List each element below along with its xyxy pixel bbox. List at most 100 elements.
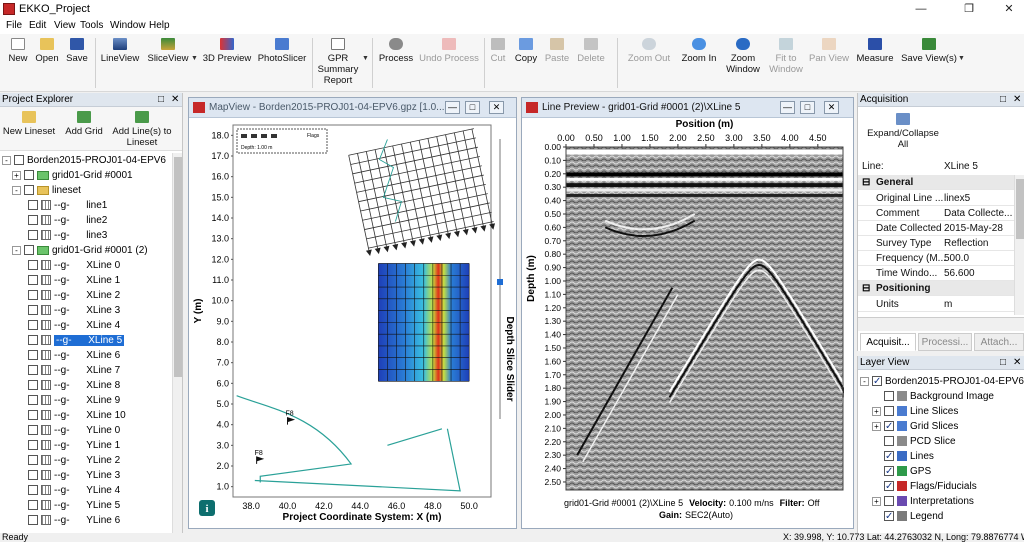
acquisition-hscroll[interactable]: [858, 317, 1024, 331]
collapse-icon[interactable]: -: [12, 185, 21, 195]
checkbox[interactable]: [28, 455, 38, 466]
property-row[interactable]: Date Collected 2015-May-28: [858, 221, 1014, 236]
tree-root[interactable]: - Borden2015-PROJ01-04-EPV6: [2, 153, 166, 168]
process-button[interactable]: Process: [376, 38, 416, 64]
undo-process-button[interactable]: Undo Process: [418, 38, 480, 64]
tree-grid-line[interactable]: --g- XLine 2: [28, 288, 120, 303]
checkbox[interactable]: [28, 305, 38, 316]
checkbox[interactable]: [884, 496, 894, 507]
checkbox[interactable]: [14, 155, 24, 166]
fit-to-window-button[interactable]: Fit to Window: [766, 38, 806, 75]
checkbox[interactable]: [28, 350, 38, 361]
tree-grid-line[interactable]: --g- XLine 7: [28, 363, 120, 378]
tree-line[interactable]: --g- line1: [28, 198, 107, 213]
tab-acquisition[interactable]: Acquisit...: [860, 333, 916, 351]
expand-icon[interactable]: +: [12, 170, 21, 180]
property-row[interactable]: Original Line ... linex5: [858, 191, 1014, 206]
cut-button[interactable]: Cut: [487, 38, 509, 64]
tree-grid-line[interactable]: --g- YLine 2: [28, 453, 120, 468]
delete-button[interactable]: Delete: [575, 38, 607, 64]
menu-tools[interactable]: Tools: [80, 20, 103, 31]
layer-item[interactable]: PCD Slice: [872, 434, 956, 449]
checkbox-checked[interactable]: [884, 419, 894, 434]
radargram-canvas[interactable]: 0.00 0.10 0.20 0.30 0.40 0.50 0.60 0.70 0.80 0.90…: [522, 119, 853, 529]
checkbox-checked[interactable]: [872, 374, 882, 389]
checkbox-checked[interactable]: [884, 449, 894, 464]
tree-grid-line[interactable]: --g- XLine 4: [28, 318, 120, 333]
checkbox[interactable]: [28, 365, 38, 376]
layer-item[interactable]: + Interpretations: [872, 494, 974, 509]
mapview-minimize-button[interactable]: —: [445, 101, 460, 114]
acquisition-scrollbar[interactable]: [1014, 175, 1024, 315]
lineview-button[interactable]: LineView: [99, 38, 141, 64]
checkbox[interactable]: [28, 395, 38, 406]
expand-icon[interactable]: +: [872, 406, 881, 416]
minimize-button[interactable]: —: [906, 0, 936, 18]
tree-grid-line[interactable]: --g- YLine 6: [28, 513, 120, 528]
checkbox[interactable]: [884, 391, 894, 402]
checkbox[interactable]: [28, 500, 38, 511]
tree-grid-line[interactable]: --g- YLine 0: [28, 423, 120, 438]
zoom-in-button[interactable]: Zoom In: [678, 38, 720, 64]
line-preview-restore-button[interactable]: □: [800, 101, 815, 114]
checkbox[interactable]: [24, 245, 34, 256]
tree-grid-line[interactable]: --g- XLine 3: [28, 303, 120, 318]
tree-grid-line[interactable]: --g- YLine 5: [28, 498, 120, 513]
pin-icon[interactable]: □: [1000, 356, 1006, 370]
checkbox[interactable]: [28, 440, 38, 451]
pin-icon[interactable]: □: [158, 93, 164, 107]
checkbox[interactable]: [28, 200, 38, 211]
mapview-canvas[interactable]: 18.0 17.0 16.0 15.0 14.0 13.0 12.0 11.0 10.0 9.0 8…: [189, 119, 516, 529]
checkbox[interactable]: [24, 185, 34, 196]
collapse-icon[interactable]: -: [2, 155, 11, 165]
sliceview-button[interactable]: SliceView: [144, 38, 192, 64]
tree-grid-line[interactable]: --g- XLine 5: [28, 333, 125, 348]
layer-item[interactable]: Background Image: [872, 389, 994, 404]
layer-item[interactable]: Lines: [872, 449, 934, 464]
tree-grid1[interactable]: + grid01-Grid #0001: [12, 168, 133, 183]
tree-grid-line[interactable]: --g- XLine 1: [28, 273, 120, 288]
checkbox[interactable]: [28, 230, 38, 241]
layer-item[interactable]: Legend: [872, 509, 943, 524]
positioning-category[interactable]: ⊟ Positioning: [858, 281, 1014, 296]
tree-line[interactable]: --g- line3: [28, 228, 107, 243]
checkbox[interactable]: [28, 425, 38, 436]
sliceview-dropdown-icon[interactable]: ▼: [191, 55, 198, 62]
checkbox[interactable]: [28, 470, 38, 481]
panel-close-icon[interactable]: ✕: [1013, 93, 1021, 107]
property-row[interactable]: Survey Type Reflection: [858, 236, 1014, 251]
save-views-button[interactable]: Save View(s): [900, 38, 958, 64]
tree-grid-line[interactable]: --g- YLine 1: [28, 438, 120, 453]
tree-grid-line[interactable]: --g- XLine 8: [28, 378, 120, 393]
checkbox[interactable]: [28, 380, 38, 391]
collapse-icon[interactable]: -: [860, 376, 869, 386]
expand-collapse-button[interactable]: Expand/Collapse All: [862, 113, 944, 150]
tab-attachments[interactable]: Attach...: [974, 333, 1024, 351]
checkbox[interactable]: [28, 215, 38, 226]
expand-icon[interactable]: +: [872, 421, 881, 431]
copy-button[interactable]: Copy: [512, 38, 540, 64]
pan-view-button[interactable]: Pan View: [808, 38, 850, 64]
tree-grid-line[interactable]: --g- XLine 6: [28, 348, 120, 363]
checkbox[interactable]: [28, 320, 38, 331]
maximize-button[interactable]: ❐: [954, 0, 984, 18]
tree-lineset[interactable]: - lineset: [12, 183, 81, 198]
checkbox[interactable]: [28, 260, 38, 271]
general-category[interactable]: ⊟ General: [858, 175, 1014, 190]
property-row[interactable]: Time Windo... 56.600: [858, 266, 1014, 281]
zoom-window-button[interactable]: Zoom Window: [722, 38, 764, 75]
checkbox[interactable]: [28, 485, 38, 496]
3d-preview-button[interactable]: 3D Preview: [200, 38, 254, 64]
property-row[interactable]: Comment Data Collecte...: [858, 206, 1014, 221]
collapse-icon[interactable]: ⊟: [862, 281, 870, 296]
tree-line[interactable]: --g- line2: [28, 213, 107, 228]
zoom-out-button[interactable]: Zoom Out: [626, 38, 672, 64]
menu-file[interactable]: File: [6, 20, 22, 31]
gpr-summary-report-button[interactable]: GPR Summary Report: [314, 38, 362, 86]
menu-window[interactable]: Window: [110, 20, 146, 31]
tree-grid2[interactable]: - grid01-Grid #0001 (2): [12, 243, 148, 258]
mapview-restore-button[interactable]: □: [465, 101, 480, 114]
layer-item[interactable]: + Grid Slices: [872, 419, 958, 434]
checkbox[interactable]: [884, 406, 894, 417]
tree-grid-line[interactable]: --g- XLine 0: [28, 258, 120, 273]
